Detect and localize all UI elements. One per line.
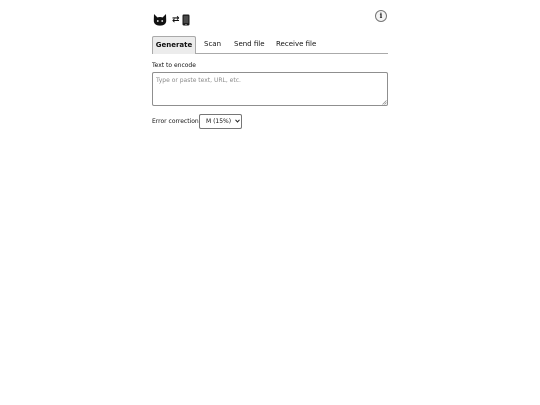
info-button[interactable]: i	[375, 10, 387, 22]
error-correction-select[interactable]: M (15%)	[199, 114, 242, 129]
app-logo: ⇄	[152, 11, 192, 29]
header: ⇄ i	[152, 9, 388, 31]
tab-generate[interactable]: Generate	[152, 36, 196, 54]
tab-receive-file[interactable]: Receive file	[276, 36, 316, 53]
tab-bar: Generate Scan Send file Receive file	[152, 36, 388, 54]
resize-grip-icon[interactable]	[382, 100, 387, 105]
error-correction-value: M (15%)	[206, 118, 232, 125]
tab-scan[interactable]: Scan	[204, 36, 221, 53]
mobile-phone-icon	[182, 14, 190, 26]
text-to-encode-input[interactable]	[152, 72, 388, 106]
error-correction-label: Error correction	[152, 118, 199, 125]
text-to-encode-label: Text to encode	[152, 62, 196, 69]
swap-arrows-icon: ⇄	[172, 15, 180, 25]
cat-face-icon	[153, 14, 167, 26]
tab-send-file[interactable]: Send file	[234, 36, 265, 53]
app-container: ⇄ i Generate Scan Send file Receive file…	[152, 0, 388, 405]
chevron-down-icon	[235, 119, 240, 123]
